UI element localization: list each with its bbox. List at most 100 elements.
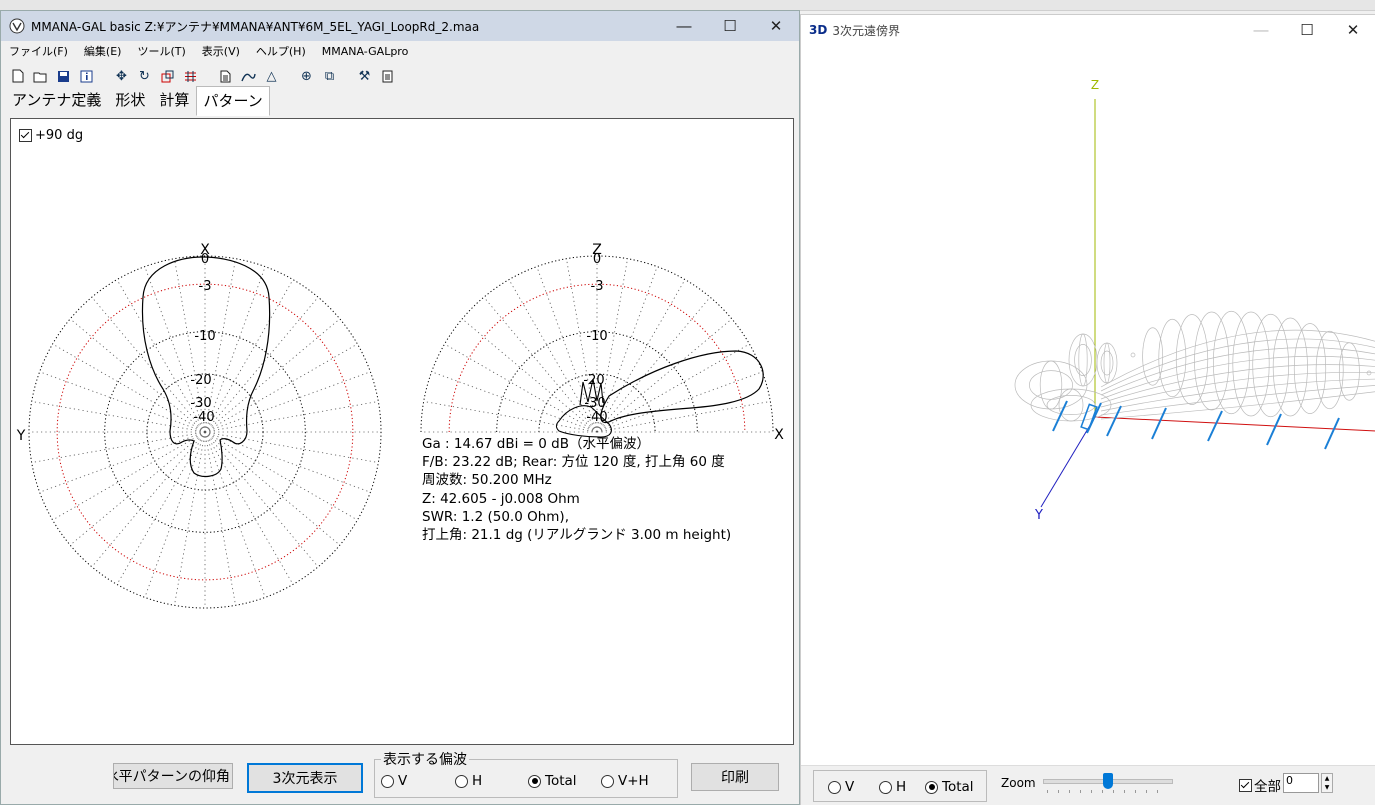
radio-v-label: V — [398, 773, 408, 789]
calculation-results: Ga : 14.67 dBi = 0 dB（水平偏波） F/B: 23.22 d… — [422, 435, 731, 544]
all-checkbox[interactable]: 全部 — [1239, 775, 1281, 795]
info-icon[interactable] — [76, 66, 97, 86]
w3d-radio-v-dot — [828, 780, 841, 794]
main-window-title: MMANA-GAL basic Z:¥アンテナ¥MMANA¥ANT¥6M_5EL… — [31, 19, 480, 34]
spin-up-icon: ▲ — [1324, 775, 1330, 782]
gain-line: Ga : 14.67 dBi = 0 dB（水平偏波） — [422, 436, 650, 452]
3d-pattern-view: Z Y — [1014, 78, 1375, 523]
all-checkbox-box — [1239, 778, 1252, 792]
rotate-icon[interactable]: ↻ — [134, 66, 155, 86]
rotation-spin-input[interactable]: 0 — [1283, 773, 1319, 793]
new-file-icon[interactable] — [7, 66, 28, 86]
azimuth-plot: X Y 0 -3 -10 -20 -30 -40 — [16, 242, 382, 609]
polarization-group: 表示する偏波 V H Total V+H — [374, 749, 678, 798]
show-3d-button[interactable]: 3次元表示 — [247, 763, 363, 793]
radio-v[interactable]: V — [381, 773, 407, 789]
save-icon[interactable] — [53, 66, 74, 86]
el-ring-label-20: -20 — [583, 373, 604, 388]
w3d-window-title: 3次元遠傍界 — [832, 23, 900, 38]
maximize-button[interactable]: ☐ — [707, 11, 753, 41]
w3d-radio-h[interactable]: H — [879, 779, 906, 795]
y-axis-label: Y — [1034, 508, 1043, 523]
w3d-radio-total-label: Total — [942, 779, 974, 795]
tab-strip: アンテナ定義 形状 計算 パターン — [5, 86, 270, 116]
az-ring-label-10: -10 — [194, 329, 215, 344]
triangle-icon[interactable]: △ — [261, 66, 282, 86]
menu-help[interactable]: ヘルプ(H) — [248, 43, 314, 59]
radio-h[interactable]: H — [455, 773, 482, 789]
print-button[interactable]: 印刷 — [691, 763, 779, 791]
w3d-radio-total-dot — [925, 780, 938, 794]
calculator-icon[interactable] — [377, 66, 398, 86]
az-ring-label-20: -20 — [190, 373, 211, 388]
radio-vh-label: V+H — [618, 773, 649, 789]
radio-total[interactable]: Total — [528, 773, 577, 789]
close-button[interactable]: ✕ — [753, 11, 799, 41]
menu-edit[interactable]: 編集(E) — [76, 43, 130, 59]
menu-bar: ファイル(F) 編集(E) ツール(T) 表示(V) ヘルプ(H) MMANA-… — [1, 41, 799, 61]
radiation-pattern-plot: X Y 0 -3 -10 -20 -30 -40 Z X 0 -3 -10 -2… — [16, 242, 784, 609]
mmana-main-window: MMANA-GAL basic Z:¥アンテナ¥MMANA¥ANT¥6M_5EL… — [0, 10, 800, 805]
impedance-line: Z: 42.605 - j0.008 Ohm — [422, 490, 580, 507]
text-file-icon[interactable] — [215, 66, 236, 86]
menu-tools[interactable]: ツール(T) — [129, 43, 193, 59]
radio-total-label: Total — [545, 773, 577, 789]
toolbar: ✥ ↻ △ ⊕ ⧉ ⚒ — [7, 65, 398, 87]
fb-ratio-line: F/B: 23.22 dB; Rear: 方位 120 度, 打上角 60 度 — [422, 454, 725, 471]
zoom-label: Zoom — [1001, 776, 1036, 790]
tools-icon[interactable]: ⚒ — [354, 66, 375, 86]
el-ring-label-10: -10 — [586, 329, 607, 344]
el-ring-label-3: -3 — [591, 279, 604, 294]
graph-icon[interactable] — [238, 66, 259, 86]
copy-icon[interactable]: ⧉ — [319, 66, 340, 86]
radio-total-dot — [528, 774, 541, 788]
frequency-line: 周波数: 50.200 MHz — [422, 472, 552, 489]
menu-view[interactable]: 表示(V) — [194, 43, 248, 59]
radio-v-dot — [381, 774, 394, 788]
menu-file[interactable]: ファイル(F) — [1, 43, 76, 59]
w3d-minimize-button[interactable]: ― — [1238, 15, 1284, 45]
w3d-polarization-group: V H Total — [813, 770, 987, 802]
wire-edit-icon[interactable] — [180, 66, 201, 86]
elevation-angle-line: 打上角: 21.1 dg (リアルグランド 3.00 m height) — [422, 527, 732, 544]
pattern-panel: +90 dg X Y 0 -3 -10 -20 -30 -40 Z X 0 -3… — [10, 118, 794, 745]
tab-antenna-definition[interactable]: アンテナ定義 — [5, 85, 108, 115]
radio-vh-dot — [601, 774, 614, 788]
target-icon[interactable]: ⊕ — [296, 66, 317, 86]
az-ring-label-30: -30 — [190, 396, 211, 411]
w3d-maximize-button[interactable]: ☐ — [1284, 15, 1330, 45]
main-title-bar[interactable]: MMANA-GAL basic Z:¥アンテナ¥MMANA¥ANT¥6M_5EL… — [1, 11, 799, 41]
polarization-group-title: 表示する偏波 — [381, 749, 469, 769]
el-ring-label-40: -40 — [586, 410, 607, 425]
elevation-main-lobe-curve — [600, 350, 764, 424]
menu-gal-pro[interactable]: MMANA-GALpro — [314, 45, 417, 58]
w3d-radio-total[interactable]: Total — [925, 779, 974, 795]
w3d-close-button[interactable]: ✕ — [1330, 15, 1375, 45]
open-folder-icon[interactable] — [30, 66, 51, 86]
rotation-spin-buttons[interactable]: ▲ ▼ — [1321, 773, 1333, 793]
w3d-controls: V H Total Zoom 全部 0 ▲ ▼ — [801, 765, 1375, 805]
minimize-button[interactable]: ― — [661, 11, 707, 41]
w3d-radio-h-label: H — [896, 779, 907, 795]
radio-vh[interactable]: V+H — [601, 773, 649, 789]
3d-pattern-mesh — [1014, 310, 1375, 422]
w3d-radio-v[interactable]: V — [828, 779, 854, 795]
azimuth-axis-y-label: Y — [16, 428, 26, 444]
w3d-radio-v-label: V — [845, 779, 855, 795]
zoom-slider[interactable] — [1043, 773, 1173, 789]
az-ring-label-3: -3 — [199, 279, 212, 294]
all-checkbox-label: 全部 — [1254, 779, 1281, 795]
far-field-3d-window: 3D 3次元遠傍界 ― ☐ ✕ Z Y V H Total Zoom 全部 0 … — [800, 14, 1375, 805]
w3d-title-bar[interactable]: 3D 3次元遠傍界 ― ☐ ✕ — [801, 15, 1375, 45]
tab-calculate[interactable]: 計算 — [152, 85, 196, 115]
zoom-slider-thumb[interactable] — [1103, 773, 1113, 789]
elevation-plot: Z X 0 -3 -10 -20 -30 -40 — [420, 242, 784, 443]
horizontal-pattern-elevation-button[interactable]: 水平パターンの仰角 — [113, 763, 233, 789]
tab-geometry[interactable]: 形状 — [108, 85, 152, 115]
move-icon[interactable]: ✥ — [111, 66, 132, 86]
w3d-radio-h-dot — [879, 780, 892, 794]
spin-down-icon: ▼ — [1324, 784, 1330, 791]
app-logo-icon — [9, 18, 25, 34]
tab-pattern[interactable]: パターン — [196, 86, 270, 116]
stretch-icon[interactable] — [157, 66, 178, 86]
